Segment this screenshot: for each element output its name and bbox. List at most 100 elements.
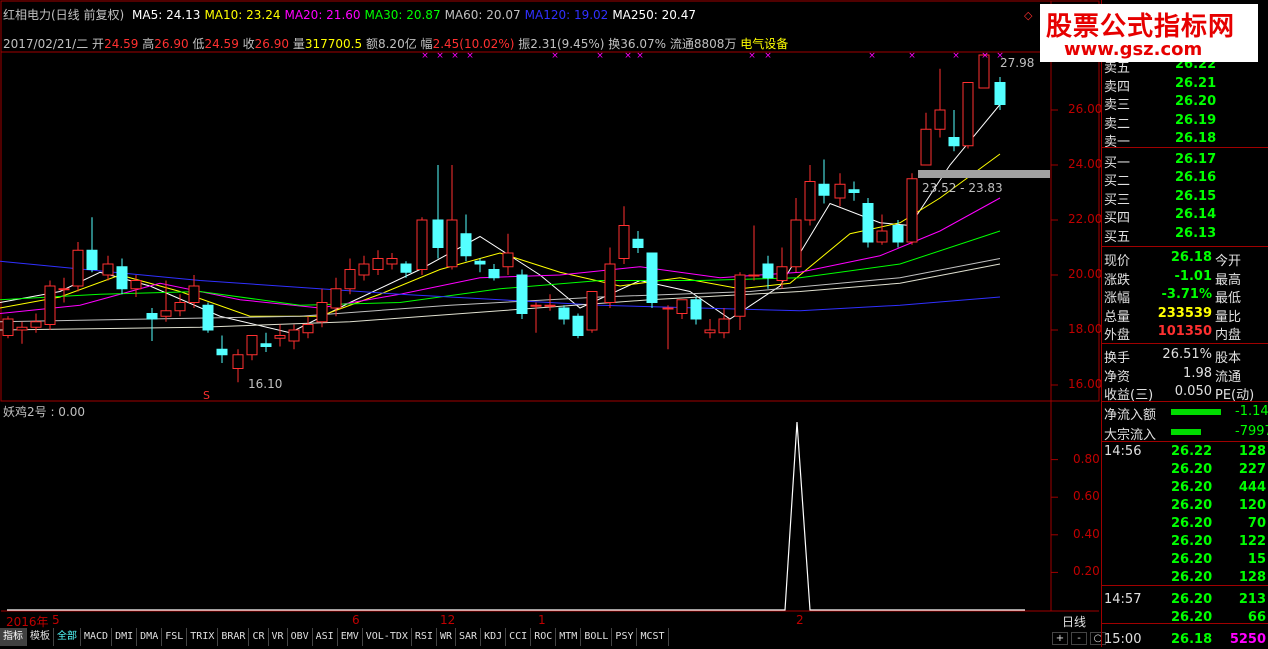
candle-body xyxy=(44,285,56,325)
order-book-row[interactable]: 卖二 26.19 xyxy=(1101,112,1268,132)
tick-row: 14:56 26.22 128 xyxy=(1101,443,1268,461)
quote-row: 现价 26.18 今开 xyxy=(1101,249,1268,269)
candle-body xyxy=(146,313,158,320)
indicator-tab[interactable]: MTM xyxy=(556,628,582,646)
indicator-tab[interactable]: SAR xyxy=(456,628,482,646)
candle-body xyxy=(16,326,28,331)
close-label: 收 xyxy=(242,37,255,51)
candle-body xyxy=(160,310,172,317)
candle-body xyxy=(400,263,412,273)
candle-body xyxy=(790,219,802,268)
close-value: 26.90 xyxy=(254,37,290,51)
indicator-tab[interactable]: PSY xyxy=(612,628,638,646)
quote-row: 涨幅 -3.71% 最低 xyxy=(1101,286,1268,306)
bar-date: 2017/02/21/二 xyxy=(3,37,89,51)
kline-chart[interactable]: × × × × × × × × × × × × × × × xyxy=(0,0,1101,647)
stats-label: 净资 xyxy=(1104,369,1131,385)
candle-body xyxy=(232,354,244,369)
candle-body xyxy=(734,274,746,317)
candle-body xyxy=(690,299,702,320)
quote-value: -1.01 xyxy=(1174,268,1212,284)
date-tick: 5 xyxy=(52,613,60,627)
indicator-tab[interactable]: VOL-TDX xyxy=(363,628,412,646)
order-book-row[interactable]: 买三 26.15 xyxy=(1101,188,1268,208)
indicator-tab[interactable]: VR xyxy=(269,628,288,646)
indicator-tab[interactable]: EMV xyxy=(338,628,363,646)
indicator-tab[interactable]: FSL xyxy=(162,628,188,646)
tick-row: 26.20 444 xyxy=(1101,479,1268,497)
order-book-price: 26.18 xyxy=(1175,131,1217,146)
indicator-tab[interactable]: TRIX xyxy=(187,628,219,646)
candle-body xyxy=(416,219,428,270)
indicator-tab[interactable]: RSI xyxy=(412,628,437,646)
ma-label: MA20: 21.60 xyxy=(284,8,361,22)
amount-label: 额 xyxy=(365,37,378,51)
date-tick: 12 xyxy=(440,613,456,627)
indicator-tab[interactable]: MCST xyxy=(637,628,669,646)
bar-info-line: 2017/02/21/二 开24.59 高26.90 低24.59 收26.90… xyxy=(3,35,788,52)
order-book-row[interactable]: 卖四 26.21 xyxy=(1101,75,1268,95)
price-tick: 16.00 xyxy=(1068,377,1103,391)
candle-body xyxy=(2,318,14,336)
indicator-tab[interactable]: BOLL xyxy=(581,628,613,646)
candle-body xyxy=(502,252,514,268)
candle-body xyxy=(948,137,960,147)
quote-label-2: 最高 xyxy=(1215,272,1242,288)
stats-row: 净资 1.98 流通 xyxy=(1101,365,1268,385)
tick-price: 26.20 xyxy=(1171,592,1213,607)
indicator-tab[interactable]: 模板 xyxy=(27,628,54,646)
indicator-tab[interactable]: WR xyxy=(437,628,457,646)
candle-body xyxy=(130,280,142,290)
candle-body xyxy=(586,291,598,331)
flow-label: 净流入额 xyxy=(1104,408,1157,423)
candle-body xyxy=(316,302,328,323)
flow-value: -1.14 xyxy=(1235,404,1268,419)
indicator-tab[interactable]: CR xyxy=(249,628,269,646)
order-book-price: 26.20 xyxy=(1175,94,1217,109)
indicator-tab[interactable]: ASI xyxy=(313,628,338,646)
candle-body xyxy=(530,304,542,307)
indicator-tab[interactable]: 指标 xyxy=(0,628,27,646)
order-book-row[interactable]: 买五 26.13 xyxy=(1101,225,1268,245)
price-tick: 26.00 xyxy=(1068,102,1103,116)
indicator-tab[interactable]: OBV xyxy=(288,628,313,646)
indicator-tab[interactable]: DMI xyxy=(112,628,138,646)
high-label: 高 xyxy=(142,37,155,51)
quote-label: 现价 xyxy=(1104,254,1131,269)
indicator-tab[interactable]: CCI xyxy=(506,628,532,646)
candle-body xyxy=(260,343,272,347)
indicator-tick: 0.80 xyxy=(1073,451,1100,466)
order-book-row[interactable]: 卖一 26.18 xyxy=(1101,130,1268,150)
indicator-line xyxy=(7,421,1025,611)
indicator-tab[interactable]: 全部 xyxy=(54,628,81,646)
low-annotation: 16.10 xyxy=(248,377,283,391)
high-annotation: 27.98 xyxy=(1000,56,1035,70)
candle-body xyxy=(446,219,458,268)
indicator-tab[interactable]: BRAR xyxy=(218,628,250,646)
order-book-row[interactable]: 买二 26.16 xyxy=(1101,169,1268,189)
candle-body xyxy=(216,348,228,356)
tick-price: 26.20 xyxy=(1171,516,1213,531)
indicator-tab[interactable]: KDJ xyxy=(481,628,507,646)
tick-price: 26.18 xyxy=(1171,632,1213,647)
ma-label: MA250: 20.47 xyxy=(612,8,696,22)
candle-body xyxy=(86,249,98,270)
candle-body xyxy=(618,225,630,259)
stats-divider xyxy=(1101,401,1268,402)
indicator-tab[interactable]: ROC xyxy=(531,628,557,646)
quote-value: 101350 xyxy=(1157,324,1212,339)
band-annotation: 23.52 - 23.83 xyxy=(922,181,1003,195)
price-tick: 24.00 xyxy=(1068,157,1103,171)
turnover-label: 换 xyxy=(608,37,621,51)
low-value: 24.59 xyxy=(204,37,239,51)
order-book-row[interactable]: 买一 26.17 xyxy=(1101,151,1268,171)
indicator-tab[interactable]: DMA xyxy=(137,628,163,646)
date-tick: 2 xyxy=(796,613,804,627)
signal-marker: × xyxy=(981,51,989,61)
order-book-row[interactable]: 买四 26.14 xyxy=(1101,206,1268,226)
signal-marker: × xyxy=(451,51,459,61)
order-book-row[interactable]: 卖三 26.20 xyxy=(1101,93,1268,113)
candle-body xyxy=(30,321,42,328)
candle-body xyxy=(804,181,816,221)
indicator-tab[interactable]: MACD xyxy=(81,628,113,646)
